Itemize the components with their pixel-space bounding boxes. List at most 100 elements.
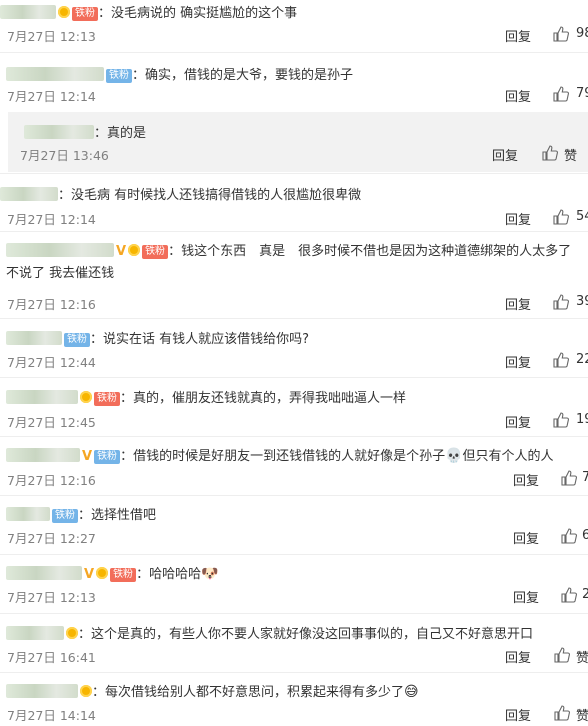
username[interactable] <box>0 187 58 201</box>
reply-button[interactable]: 回复 <box>505 209 531 228</box>
username[interactable] <box>6 67 104 81</box>
timestamp: 7月27日 13:46 <box>20 148 109 163</box>
comment-item: 铁粉：没毛病说的 确实挺尴尬的这个事 7月27日 12:13 回复 98 <box>0 0 588 52</box>
fan-badge: 铁粉 <box>52 509 78 523</box>
like-icon[interactable] <box>561 470 577 486</box>
comment-item: ：没毛病 有时候找人还钱搞得借钱的人很尴尬很卑微 7月27日 12:14 回复 … <box>0 174 588 230</box>
like-count: 2 <box>582 587 588 602</box>
reply-button[interactable]: 回复 <box>492 145 518 164</box>
reply-button[interactable]: 回复 <box>505 26 531 45</box>
sub-comment-item: ：真的是 7月27日 13:46 回复 赞 <box>8 112 588 172</box>
comment-text: 确实，借钱的是大爷，要钱的是孙子 <box>145 68 354 83</box>
fan-badge: 铁粉 <box>94 392 120 406</box>
username[interactable] <box>6 390 78 404</box>
like-icon[interactable] <box>553 209 569 225</box>
fan-badge: 铁粉 <box>106 69 132 83</box>
reply-button[interactable]: 回复 <box>513 470 539 489</box>
comment-text: 真的，催朋友还钱就真的，弄得我咄咄逼人一样 <box>133 391 407 406</box>
fan-badge: 铁粉 <box>64 333 90 347</box>
comment-text: 没毛病 有时候找人还钱搞得借钱的人很尴尬很卑微 <box>71 188 362 203</box>
comment-text: 哈哈哈哈 <box>149 567 202 582</box>
reply-button[interactable]: 回复 <box>505 352 531 371</box>
comment-text: 这个是真的，有些人你不要人家就好像没这回事事似的，自己又不好意思开口 <box>91 627 534 642</box>
username[interactable] <box>24 125 94 139</box>
like-count: 19 <box>576 412 588 427</box>
vip-icon: V <box>116 244 127 259</box>
timestamp: 7月27日 12:14 <box>7 89 96 104</box>
crown-icon <box>80 391 92 403</box>
fan-badge: 铁粉 <box>94 450 121 464</box>
comment-text: 真的是 <box>107 126 147 141</box>
comment-item: V 铁粉 ：哈哈哈哈🐶 7月27日 12:13 回复 2 <box>0 555 588 613</box>
username[interactable] <box>6 243 114 257</box>
like-icon[interactable] <box>554 705 570 721</box>
timestamp: 7月27日 12:44 <box>7 355 96 370</box>
comment-item: 铁粉：确实，借钱的是大爷，要钱的是孙子 7月27日 12:14 回复 79 <box>0 53 588 111</box>
reply-button[interactable]: 回复 <box>513 587 539 606</box>
comment-text-cont: 但只有个人的人 <box>462 449 554 464</box>
like-icon[interactable] <box>553 412 569 428</box>
timestamp: 7月27日 12:14 <box>7 212 96 227</box>
like-icon[interactable] <box>542 145 558 161</box>
like-icon[interactable] <box>554 647 570 663</box>
like-icon[interactable] <box>553 352 569 368</box>
comment-item: 铁粉 ：选择性借吧 7月27日 12:27 回复 6 <box>0 496 588 554</box>
like-count: 22 <box>576 352 588 367</box>
vip-icon: V <box>84 567 95 582</box>
username[interactable] <box>6 566 82 580</box>
timestamp: 7月27日 12:45 <box>7 415 96 430</box>
timestamp: 7月27日 12:13 <box>7 29 96 44</box>
comment-item: 铁粉：说实在话 有钱人就应该借钱给你吗? 7月27日 12:44 回复 22 <box>0 319 588 377</box>
comment-item: ：这个是真的，有些人你不要人家就好像没这回事事似的，自己又不好意思开口 7月27… <box>6 626 588 666</box>
like-count: 39 <box>576 294 588 309</box>
like-count: 54 <box>576 209 588 224</box>
timestamp: 7月27日 16:41 <box>7 650 96 665</box>
reply-button[interactable]: 回复 <box>505 412 531 431</box>
username[interactable] <box>6 331 62 345</box>
fan-badge: 铁粉 <box>72 7 98 21</box>
like-icon[interactable] <box>561 587 577 603</box>
comment-text: 每次借钱给别人都不好意思问，积累起来得有多少了 <box>105 685 405 700</box>
reply-button[interactable]: 回复 <box>513 528 539 547</box>
like-icon[interactable] <box>553 26 569 42</box>
comment-item: ：每次借钱给别人都不好意思问，积累起来得有多少了😅 7月27日 14:14 回复… <box>6 684 588 724</box>
reply-button[interactable]: 回复 <box>505 705 531 724</box>
crown-icon <box>66 627 78 639</box>
crown-icon <box>96 567 109 579</box>
crown-icon <box>128 244 141 256</box>
like-icon[interactable] <box>553 294 569 310</box>
like-label: 赞 <box>576 709 588 724</box>
timestamp: 7月27日 12:27 <box>7 531 96 546</box>
crown-icon <box>58 6 70 18</box>
comment-text: 选择性借吧 <box>91 508 157 523</box>
comment-text: 没毛病说的 确实挺尴尬的这个事 <box>111 6 298 21</box>
username[interactable] <box>6 626 64 640</box>
like-count: 6 <box>582 528 588 543</box>
username[interactable] <box>6 684 78 698</box>
timestamp: 7月27日 14:14 <box>7 708 96 723</box>
reply-button[interactable]: 回复 <box>505 294 531 313</box>
reply-button[interactable]: 回复 <box>505 647 531 666</box>
like-icon[interactable] <box>561 528 577 544</box>
username[interactable] <box>0 5 56 19</box>
like-count: 7 <box>582 470 588 485</box>
like-count: 79 <box>576 86 588 101</box>
reply-button[interactable]: 回复 <box>505 86 531 105</box>
crown-icon <box>80 685 92 697</box>
skull-emoji-icon: 💀 <box>445 448 463 464</box>
timestamp: 7月27日 12:13 <box>7 590 96 605</box>
like-label: 赞 <box>564 149 578 164</box>
dog-emoji-icon: 🐶 <box>201 566 219 582</box>
comment-item: V 铁粉 ：借钱的时候是好朋友一到还钱借钱的人就好像是个孙子💀但只有个人的人 7月2… <box>0 437 588 495</box>
fan-badge: 铁粉 <box>142 245 169 259</box>
username[interactable] <box>6 448 80 462</box>
like-icon[interactable] <box>553 86 569 102</box>
vip-icon: V <box>82 449 93 464</box>
sweat-emoji-icon: 😅 <box>404 684 419 700</box>
comment-text: 借钱的时候是好朋友一到还钱借钱的人就好像是个孙子 <box>133 449 446 464</box>
like-label: 赞 <box>576 651 588 666</box>
comment-text: 说实在话 有钱人就应该借钱给你吗? <box>103 332 310 347</box>
timestamp: 7月27日 12:16 <box>7 297 96 312</box>
comment-item: V 铁粉 ：钱这个东西 真是 很多时候不借也是因为这种道德绑架的人太多了 不说了 我… <box>0 232 588 318</box>
username[interactable] <box>6 507 50 521</box>
